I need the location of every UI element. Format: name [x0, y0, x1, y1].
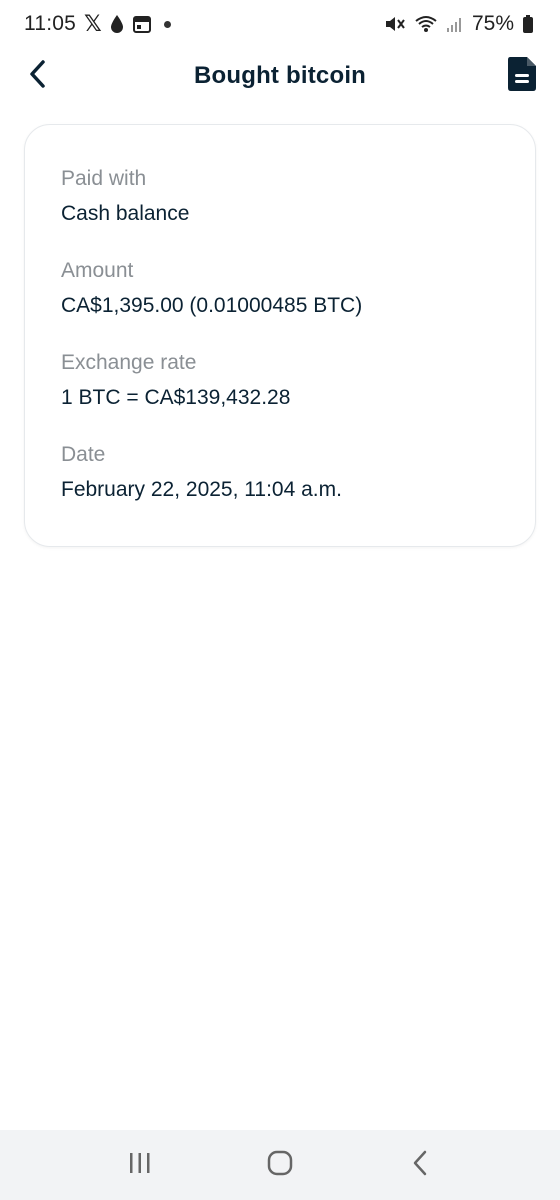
status-right: 75%: [384, 12, 534, 36]
detail-exchange-rate: Exchange rate 1 BTC = CA$139,432.28: [61, 347, 499, 417]
recent-apps-icon: [127, 1151, 153, 1180]
status-time: 11:05: [24, 12, 76, 35]
signal-icon: [446, 15, 464, 33]
detail-value: 1 BTC = CA$139,432.28: [61, 386, 291, 409]
recent-apps-button[interactable]: [110, 1140, 170, 1190]
battery-percent: 75%: [471, 12, 514, 35]
detail-value: Cash balance: [61, 202, 190, 225]
page-title: Bought bitcoin: [193, 62, 367, 89]
home-button[interactable]: [250, 1140, 310, 1190]
calendar-icon: [132, 14, 152, 34]
system-nav-bar: [0, 1130, 560, 1200]
nav-back-button[interactable]: [390, 1140, 450, 1190]
status-bar: 11:05 𝕏 75%: [0, 0, 560, 48]
header: Bought bitcoin: [0, 48, 560, 104]
drop-icon: [110, 14, 124, 34]
document-button[interactable]: [506, 56, 538, 96]
detail-label: Date: [61, 443, 106, 466]
detail-value: February 22, 2025, 11:04 a.m.: [61, 478, 342, 501]
x-icon: 𝕏: [84, 11, 102, 36]
detail-value: CA$1,395.00 (0.01000485 BTC): [61, 294, 363, 317]
wifi-icon: [414, 14, 438, 34]
back-button[interactable]: [18, 56, 58, 96]
transaction-details-card: Paid with Cash balance Amount CA$1,395.0…: [24, 124, 536, 547]
detail-date: Date February 22, 2025, 11:04 a.m.: [61, 439, 499, 509]
detail-label: Exchange rate: [61, 351, 197, 374]
chevron-left-icon: [28, 59, 48, 94]
document-icon: [506, 55, 538, 98]
mute-icon: [384, 14, 406, 34]
home-icon: [266, 1149, 294, 1182]
detail-amount: Amount CA$1,395.00 (0.01000485 BTC): [61, 255, 499, 325]
detail-label: Paid with: [61, 167, 147, 190]
detail-paid-with: Paid with Cash balance: [61, 163, 499, 233]
battery-icon: [522, 14, 534, 34]
detail-label: Amount: [61, 259, 134, 282]
status-left: 11:05 𝕏: [24, 12, 171, 36]
back-icon: [411, 1149, 429, 1182]
dot-icon: [163, 20, 171, 28]
